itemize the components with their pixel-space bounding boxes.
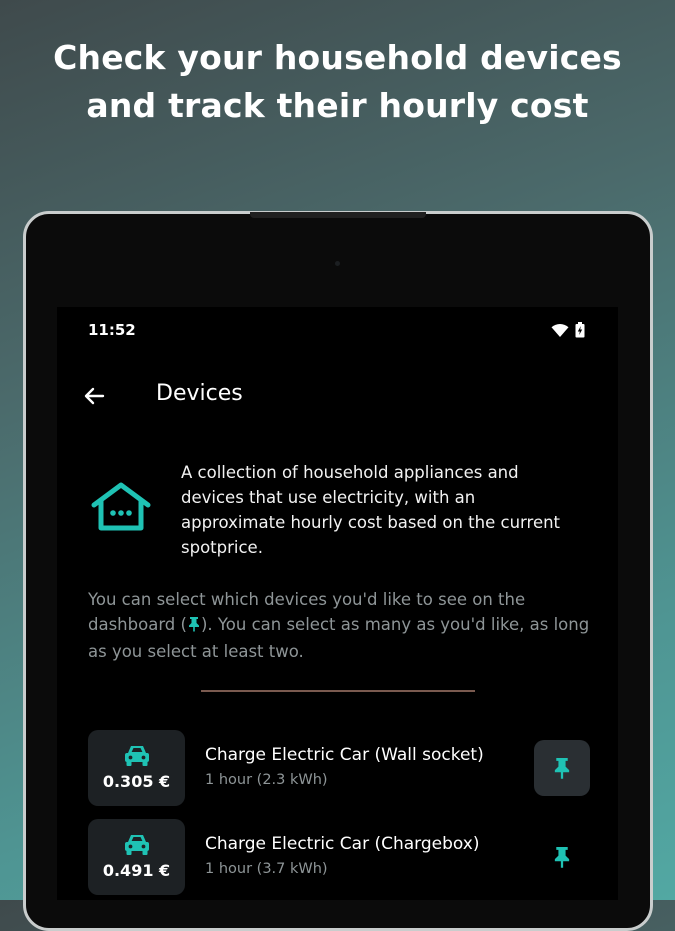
arrow-back-icon [84,387,105,405]
device-name: Charge Electric Car (Wall socket) [205,745,484,765]
device-detail: 1 hour (3.7 kWh) [205,861,328,877]
pin-icon [554,758,570,779]
section-divider [201,690,475,692]
wifi-icon [551,323,569,342]
intro-description: A collection of household appliances and… [181,463,561,557]
device-screen: 11:52 Devices A collection of household … [57,307,618,900]
device-name: Charge Electric Car (Chargebox) [205,834,480,854]
device-price: 0.491 € [102,861,171,880]
intro-section: A collection of household appliances and… [90,457,590,567]
device-detail: 1 hour (2.3 kWh) [205,772,328,788]
pin-toggle-button[interactable] [534,829,590,885]
back-button[interactable] [79,381,109,411]
front-camera [335,261,340,266]
car-icon [123,743,151,771]
status-clock: 11:52 [88,321,136,339]
house-icon [90,481,152,537]
device-row[interactable]: 0.305 € Charge Electric Car (Wall socket… [88,730,593,806]
selection-hint: You can select which devices you'd like … [88,587,593,664]
pin-toggle-button[interactable] [534,740,590,796]
device-price: 0.305 € [102,772,171,791]
promo-headline-line-1: Check your household devices [53,38,622,77]
page-title: Devices [156,381,243,406]
car-icon [123,832,151,860]
price-badge: 0.305 € [88,730,185,806]
status-icons [551,322,585,342]
pin-icon [554,847,570,868]
tablet-notch [250,212,426,218]
battery-charging-icon [575,322,585,342]
status-bar: 11:52 [57,307,618,355]
app-bar: Devices [57,367,618,423]
promo-headline: Check your household devices and track t… [0,34,675,130]
price-badge: 0.491 € [88,819,185,895]
pin-icon [187,614,201,639]
device-row[interactable]: 0.491 € Charge Electric Car (Chargebox) … [88,819,593,895]
promo-headline-line-2: and track their hourly cost [86,86,589,125]
